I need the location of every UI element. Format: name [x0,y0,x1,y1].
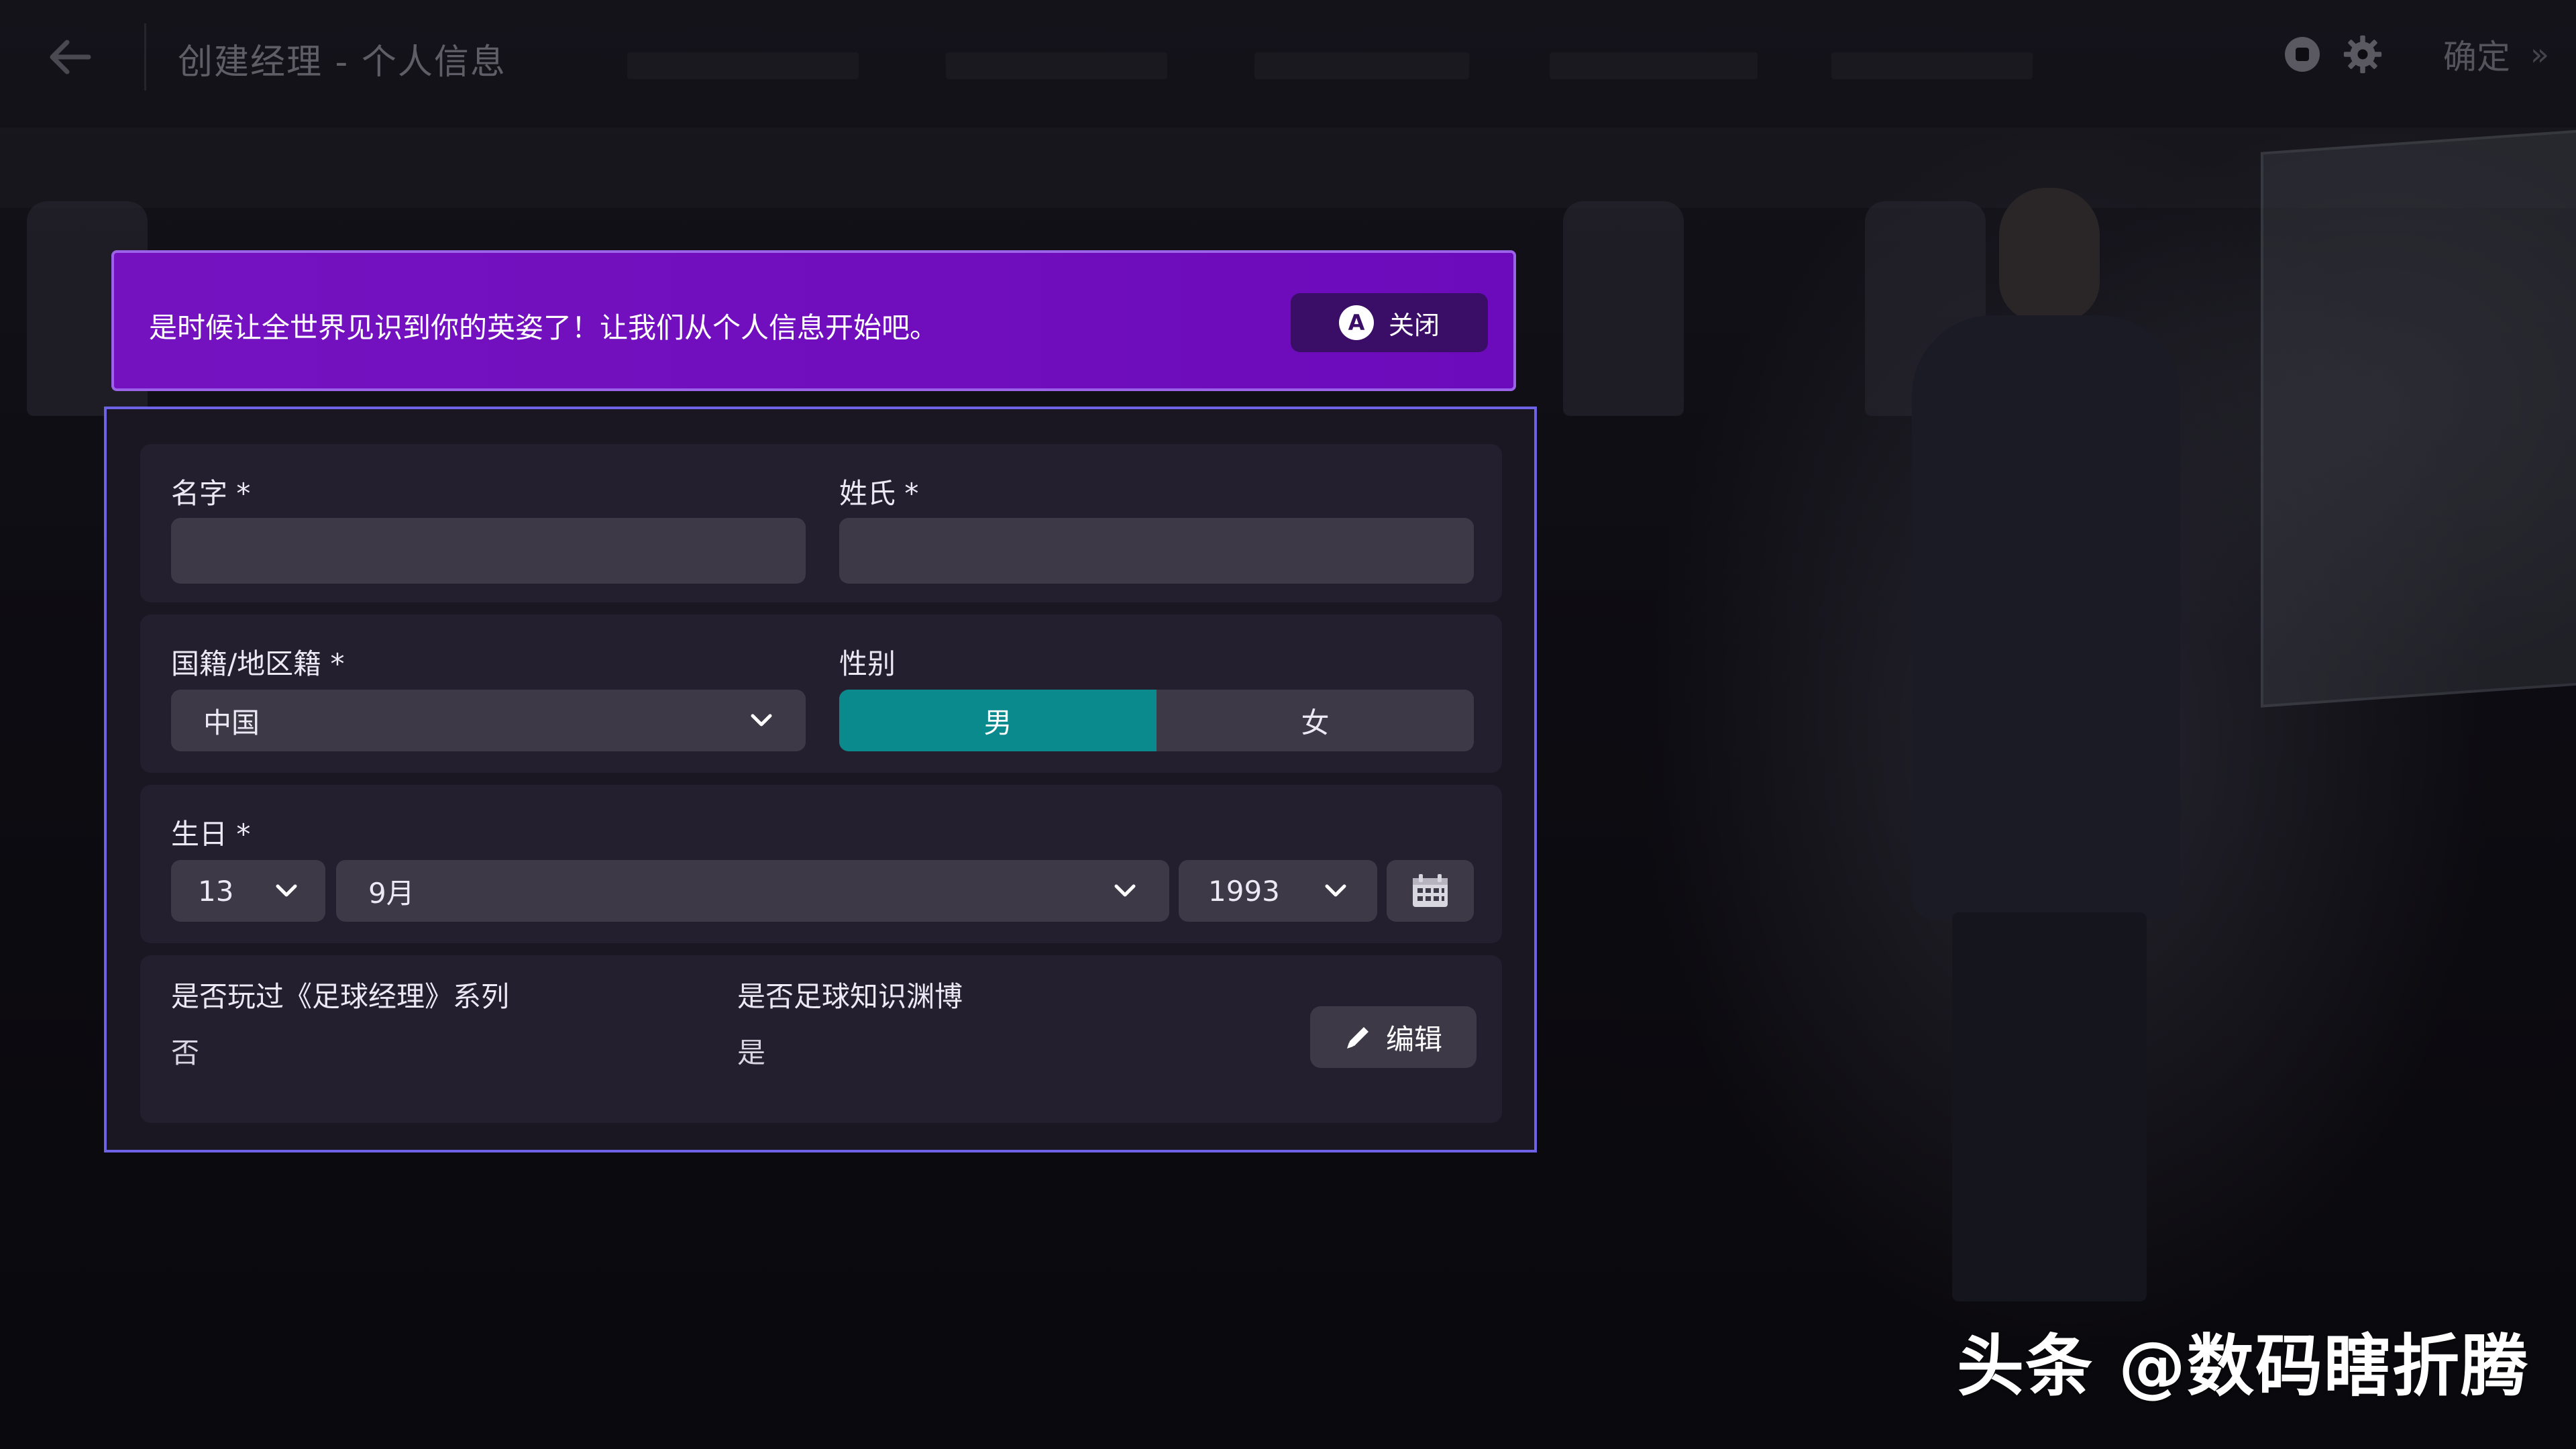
last-name-label: 姓氏 * [839,477,919,510]
nationality-value: 中国 [203,706,260,739]
calendar-button[interactable] [1387,860,1474,922]
last-name-input[interactable] [839,518,1474,584]
gender-toggle: 男 女 [839,690,1474,751]
header-divider [144,23,146,91]
back-arrow-icon [50,40,91,74]
birthday-label: 生日 * [171,818,251,851]
gear-icon[interactable] [2343,34,2383,74]
chevron-down-icon [1324,879,1348,903]
edit-label: 编辑 [1385,1022,1442,1056]
top-bar: 创建经理 - 个人信息 确定 » [0,0,2576,114]
football-knowledge-value: 是 [737,1036,766,1069]
birthday-day-value: 13 [198,874,234,908]
football-knowledge-label: 是否足球知识渊博 [737,980,963,1013]
close-label: 关闭 [1388,310,1440,340]
ghost-tab [946,52,1167,79]
played-series-label: 是否玩过《足球经理》系列 [171,980,510,1013]
birthday-day-select[interactable]: 13 [171,860,325,922]
gender-option-female[interactable]: 女 [1157,690,1474,751]
manager-avatar-figure [1851,188,2227,1315]
first-name-label: 名字 * [171,477,251,510]
chevron-down-icon [274,879,299,903]
ghost-tab [1254,52,1469,79]
calendar-icon [1413,874,1448,907]
nationality-label: 国籍/地区籍 * [171,647,345,680]
chevron-right-icon: » [2530,36,2549,72]
banner-message: 是时候让全世界见识到你的英姿了！让我们从个人信息开始吧。 [149,311,938,344]
watermark: 头条 @数码瞎折腾 [1957,1327,2529,1405]
close-banner-button[interactable]: A 关闭 [1291,293,1488,352]
name-section: 名字 * 姓氏 * [140,444,1502,602]
gender-option-male[interactable]: 男 [839,690,1157,751]
chevron-down-icon [1113,879,1137,903]
experience-section: 是否玩过《足球经理》系列 否 是否足球知识渊博 是 编辑 [140,955,1502,1123]
first-name-input[interactable] [171,518,806,584]
birthday-section: 生日 * 13 9月 1993 [140,785,1502,943]
nationality-select[interactable]: 中国 [171,690,806,751]
edit-button[interactable]: 编辑 [1310,1006,1477,1068]
welcome-banner: 是时候让全世界见识到你的英姿了！让我们从个人信息开始吧。 A 关闭 [111,250,1516,391]
page-title: 创建经理 - 个人信息 [178,42,506,83]
a-button-icon: A [1338,305,1374,340]
birthday-year-value: 1993 [1208,874,1280,908]
ghost-tab [1831,52,2033,79]
confirm-button[interactable]: 确定 [2443,30,2510,78]
ghost-tab [627,52,859,79]
played-series-value: 否 [171,1036,200,1069]
back-button[interactable] [40,34,101,80]
pencil-icon [1346,1027,1368,1049]
ghost-tab [1550,52,1758,79]
nationality-gender-section: 国籍/地区籍 * 中国 性别 男 女 [140,614,1502,773]
birthday-month-select[interactable]: 9月 [336,860,1169,922]
personal-info-form: 名字 * 姓氏 * 国籍/地区籍 * 中国 性别 男 女 生日 * 13 9月 [104,407,1537,1152]
gender-label: 性别 [839,647,896,680]
birthday-year-select[interactable]: 1993 [1179,860,1377,922]
chevron-down-icon [749,708,773,733]
tactics-board [2261,129,2576,708]
background-jersey [1563,201,1684,416]
record-icon[interactable] [2282,34,2322,74]
birthday-month-value: 9月 [368,876,415,910]
